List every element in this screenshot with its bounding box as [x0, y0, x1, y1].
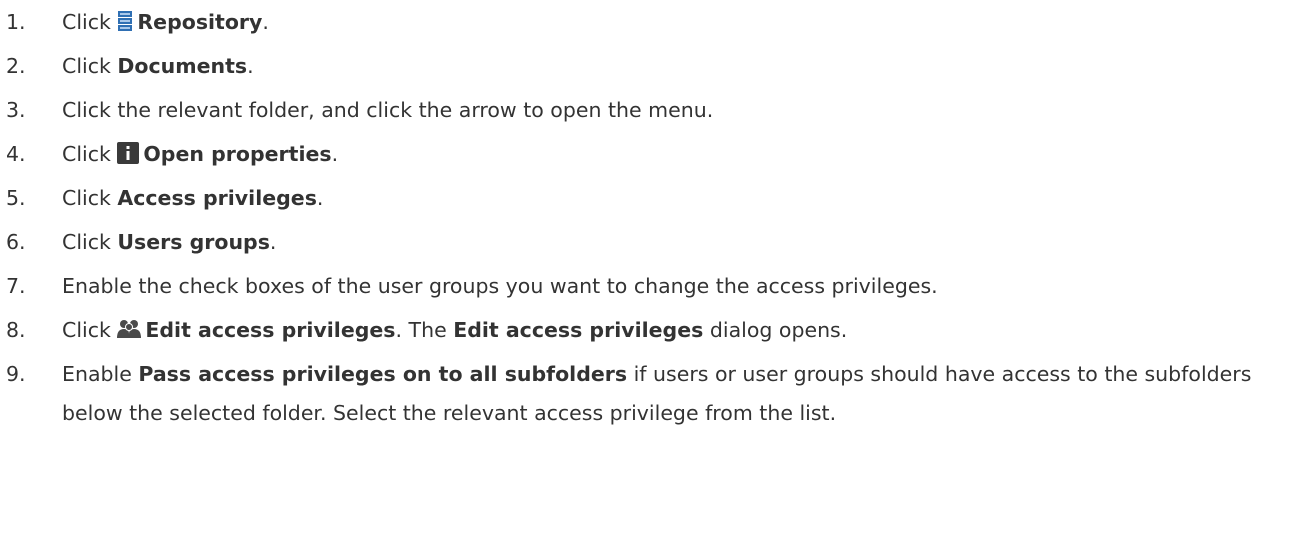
- step-number: 1.: [6, 10, 26, 34]
- step-number: 6.: [6, 230, 26, 254]
- step-text: Click the relevant folder, and click the…: [62, 98, 714, 122]
- ui-label-repository: Repository: [137, 10, 263, 34]
- users-icon: [117, 314, 142, 353]
- step-number: 8.: [6, 318, 26, 342]
- step-number: 4.: [6, 142, 26, 166]
- step-number: 5.: [6, 186, 26, 210]
- info-icon: [117, 138, 140, 177]
- ui-label-pass-access-privileges: Pass access privileges on to all subfold…: [138, 362, 628, 386]
- ui-label-open-properties: Open properties: [143, 142, 332, 166]
- repository-icon: [117, 6, 133, 45]
- instruction-steps: 1. Click Repository. 2. Click Documents.…: [0, 0, 1306, 535]
- step-number: 2.: [6, 54, 26, 78]
- ui-label-edit-access-privileges: Edit access privileges: [145, 318, 396, 342]
- step-number: 7.: [6, 274, 26, 298]
- ui-label-edit-access-privileges-dialog: Edit access privileges: [453, 318, 704, 342]
- step-number: 9.: [6, 362, 26, 386]
- ui-label-documents: Documents: [117, 54, 248, 78]
- ui-label-users-groups: Users groups: [117, 230, 270, 254]
- step-number: 3.: [6, 98, 26, 122]
- step-text: Click: [62, 10, 118, 34]
- step-text: Enable the check boxes of the user group…: [62, 274, 938, 298]
- ui-label-access-privileges: Access privileges: [117, 186, 317, 210]
